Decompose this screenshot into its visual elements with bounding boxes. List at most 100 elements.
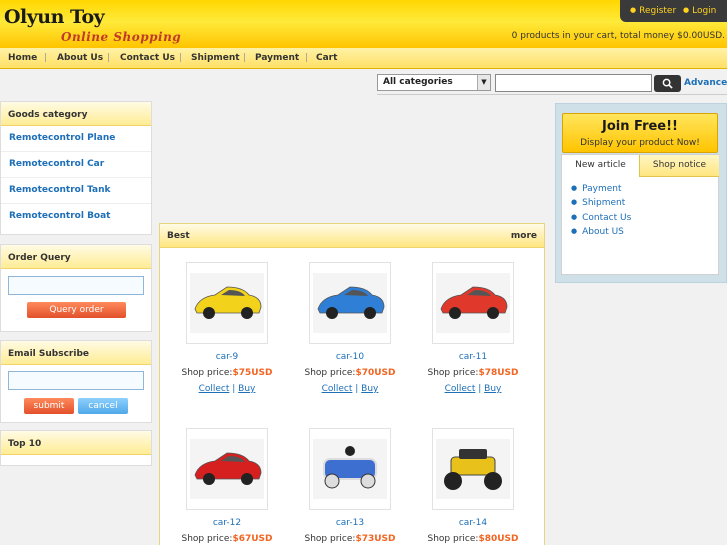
advanced-search-link[interactable]: Advanced xyxy=(684,78,727,88)
best-header: Best more xyxy=(160,224,544,248)
price-label: Shop price: xyxy=(181,534,233,544)
right-panel: Join Free!! Display your product Now! Ne… xyxy=(555,103,727,283)
search-icon xyxy=(662,78,673,89)
price-label: Shop price: xyxy=(427,534,479,544)
product-image[interactable] xyxy=(309,428,391,510)
product-name[interactable]: car-14 xyxy=(420,518,526,528)
category-select[interactable]: All categories ▼ xyxy=(377,74,491,91)
product-image[interactable] xyxy=(186,428,268,510)
product-name[interactable]: car-11 xyxy=(420,352,526,362)
product-image[interactable] xyxy=(309,262,391,344)
login-label: Login xyxy=(692,6,717,16)
goods-category-title: Goods category xyxy=(1,102,151,126)
nav-cart[interactable]: Cart xyxy=(316,53,337,63)
logo-title[interactable]: Olyun Toy xyxy=(4,6,105,28)
query-order-button[interactable]: Query order xyxy=(27,302,126,318)
category-item-plane[interactable]: Remotecontrol Plane xyxy=(1,126,151,152)
collect-link[interactable]: Collect xyxy=(199,384,230,394)
buy-link[interactable]: Buy xyxy=(238,384,255,394)
tab-new-article[interactable]: New article xyxy=(562,155,639,177)
nav-payment[interactable]: Payment xyxy=(255,53,299,63)
product-actions: Collect | Buy xyxy=(174,384,280,394)
email-subscribe-input[interactable] xyxy=(8,371,144,390)
nav-about-us[interactable]: About Us xyxy=(57,53,103,63)
toy-car-icon xyxy=(313,439,387,499)
action-separator: | xyxy=(352,384,362,394)
join-free-subtitle: Display your product Now! xyxy=(580,138,700,148)
collect-link[interactable]: Collect xyxy=(322,384,353,394)
bullet-icon: ● xyxy=(630,6,637,14)
nav-separator: | xyxy=(243,53,247,63)
email-subscribe-title: Email Subscribe xyxy=(1,341,151,365)
login-link[interactable]: ● Login xyxy=(683,6,716,16)
product-actions: Collect | Buy xyxy=(297,384,403,394)
search-button[interactable] xyxy=(654,75,681,92)
more-link[interactable]: more xyxy=(511,231,537,241)
product-image[interactable] xyxy=(186,262,268,344)
product-name[interactable]: car-10 xyxy=(297,352,403,362)
logo-subtitle: Online Shopping xyxy=(61,30,182,44)
article-tabs-panel: New article Shop notice ● Payment ● Shipme… xyxy=(561,154,719,275)
collect-link[interactable]: Collect xyxy=(445,384,476,394)
bullet-icon: ● xyxy=(571,198,578,206)
nav-separator: | xyxy=(305,53,309,63)
toy-car-icon xyxy=(436,273,510,333)
order-query-title: Order Query xyxy=(1,245,151,269)
register-link[interactable]: ● Register xyxy=(630,6,676,16)
article-link-payment[interactable]: ● Payment xyxy=(571,184,622,194)
price-value: $80USD xyxy=(478,534,519,544)
divider xyxy=(377,94,727,95)
tab-shop-notice[interactable]: Shop notice xyxy=(639,155,719,177)
cart-info: 0 products in your cart, total money $0.… xyxy=(511,31,725,41)
nav-contact-us[interactable]: Contact Us xyxy=(120,53,175,63)
category-select-value: All categories xyxy=(383,77,453,87)
action-separator: | xyxy=(229,384,239,394)
nav-home[interactable]: Home xyxy=(8,53,37,63)
best-title: Best xyxy=(167,231,190,241)
toy-car-icon xyxy=(190,439,264,499)
price-label: Shop price: xyxy=(304,368,356,378)
site-header: Olyun Toy Online Shopping ● Register ● Log… xyxy=(0,0,727,48)
product-image[interactable] xyxy=(432,262,514,344)
bullet-icon: ● xyxy=(571,227,578,235)
category-item-boat[interactable]: Remotecontrol Boat xyxy=(1,204,151,230)
category-item-car[interactable]: Remotecontrol Car xyxy=(1,152,151,178)
nav-separator: | xyxy=(179,53,183,63)
price-value: $78USD xyxy=(478,368,519,378)
article-link-contact-us[interactable]: ● Contact Us xyxy=(571,213,631,223)
toy-car-icon xyxy=(190,273,264,333)
join-free-title: Join Free!! xyxy=(602,119,678,134)
product-price: Shop price:$70USD xyxy=(297,368,403,378)
buy-link[interactable]: Buy xyxy=(484,384,501,394)
buy-link[interactable]: Buy xyxy=(361,384,378,394)
nav-shipment[interactable]: Shipment xyxy=(191,53,240,63)
action-separator: | xyxy=(475,384,485,394)
article-link-shipment[interactable]: ● Shipment xyxy=(571,198,625,208)
product-price: Shop price:$80USD xyxy=(420,534,526,544)
price-label: Shop price: xyxy=(304,534,356,544)
top10-title: Top 10 xyxy=(1,431,151,455)
product-name[interactable]: car-13 xyxy=(297,518,403,528)
toy-car-icon xyxy=(436,439,510,499)
price-value: $75USD xyxy=(232,368,273,378)
bullet-icon: ● xyxy=(571,184,578,192)
product-image[interactable] xyxy=(432,428,514,510)
submit-button[interactable]: submit xyxy=(24,398,74,414)
article-link-label: Shipment xyxy=(582,198,626,208)
email-subscribe-box: Email Subscribe submit cancel xyxy=(0,340,152,423)
product-name[interactable]: car-12 xyxy=(174,518,280,528)
category-item-tank[interactable]: Remotecontrol Tank xyxy=(1,178,151,204)
join-free-button[interactable]: Join Free!! Display your product Now! xyxy=(562,113,718,153)
product-name[interactable]: car-9 xyxy=(174,352,280,362)
top10-box: Top 10 xyxy=(0,430,152,466)
nav-separator: | xyxy=(44,53,48,63)
nav-separator: | xyxy=(107,53,111,63)
cancel-button[interactable]: cancel xyxy=(78,398,128,414)
chevron-down-icon[interactable]: ▼ xyxy=(477,75,490,90)
best-products-panel: Best more car-9 Shop price: $75USD Collect … xyxy=(159,223,545,545)
order-query-input[interactable] xyxy=(8,276,144,295)
article-link-label: Payment xyxy=(582,184,622,194)
search-input[interactable] xyxy=(495,74,652,92)
article-link-about-us[interactable]: ● About US xyxy=(571,227,624,237)
main-nav: Home | About Us | Contact Us | Shipment … xyxy=(0,48,727,69)
